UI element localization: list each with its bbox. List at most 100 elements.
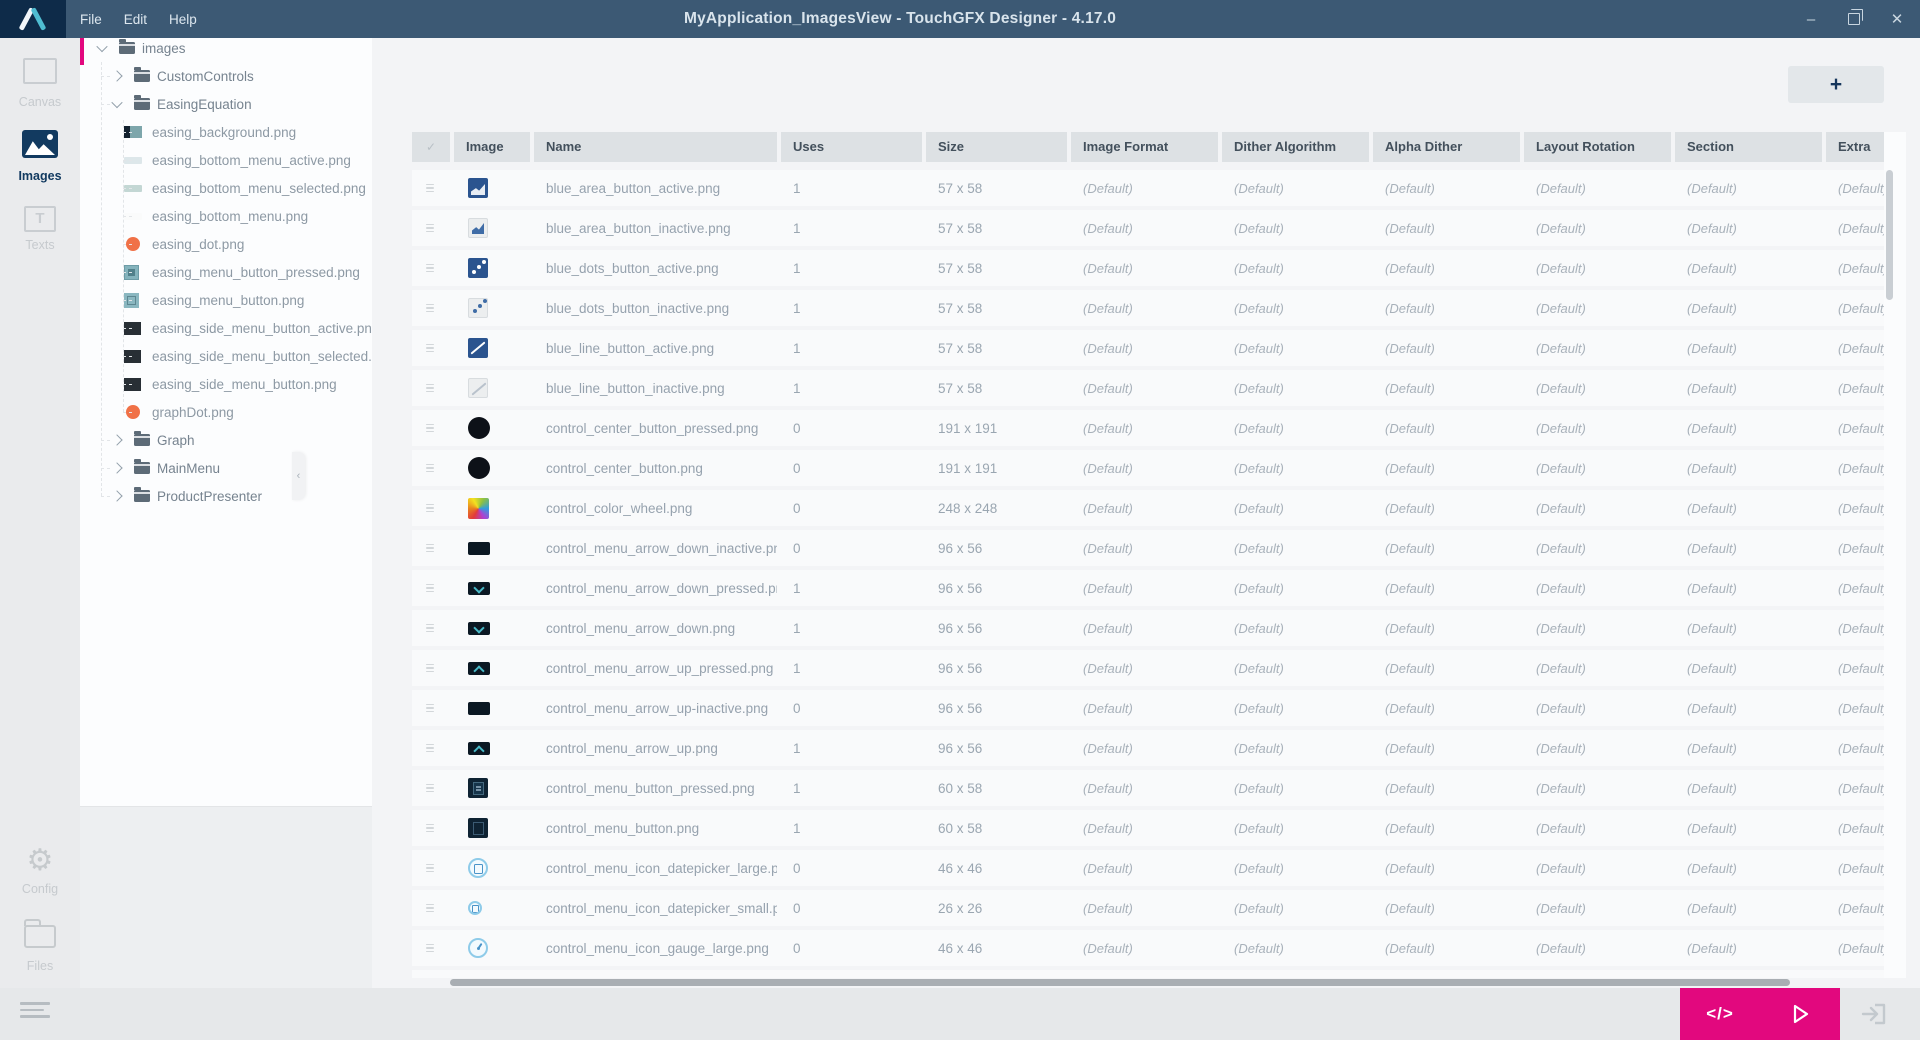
image-format-value[interactable]: (Default) <box>1071 610 1218 646</box>
image-format-value[interactable]: (Default) <box>1071 530 1218 566</box>
section-value[interactable]: (Default) <box>1675 450 1822 486</box>
dither-algorithm-value[interactable]: (Default) <box>1222 370 1369 406</box>
table-row[interactable]: control_menu_arrow_down_pressed.png 1 96… <box>412 570 1884 606</box>
extra-value[interactable]: (Default) <box>1826 730 1884 766</box>
tree-item-easing-menu-button-pressed-png[interactable]: easing_menu_button_pressed.png <box>80 258 372 286</box>
alpha-dither-value[interactable]: (Default) <box>1373 570 1520 606</box>
tree-item-easing-bottom-menu-active-png[interactable]: easing_bottom_menu_active.png <box>80 146 372 174</box>
table-row[interactable]: blue_line_button_active.png 1 57 x 58 (D… <box>412 330 1884 366</box>
drag-handle-icon[interactable] <box>426 664 434 673</box>
alpha-dither-value[interactable]: (Default) <box>1373 410 1520 446</box>
alpha-dither-value[interactable]: (Default) <box>1373 930 1520 966</box>
drag-handle-icon[interactable] <box>426 264 434 273</box>
layout-rotation-value[interactable]: (Default) <box>1524 170 1671 206</box>
section-value[interactable]: (Default) <box>1675 410 1822 446</box>
tree-collapse-handle[interactable]: ‹ <box>292 452 305 500</box>
section-value[interactable]: (Default) <box>1675 170 1822 206</box>
layout-rotation-value[interactable]: (Default) <box>1524 450 1671 486</box>
alpha-dither-value[interactable]: (Default) <box>1373 450 1520 486</box>
table-row[interactable]: control_menu_icon_datepicker_small.png 0… <box>412 890 1884 926</box>
image-format-value[interactable]: (Default) <box>1071 970 1218 978</box>
chevron-icon[interactable] <box>96 41 107 52</box>
dither-algorithm-value[interactable]: (Default) <box>1222 290 1369 326</box>
dither-algorithm-value[interactable]: (Default) <box>1222 970 1369 978</box>
drag-handle-icon[interactable] <box>426 784 434 793</box>
drag-handle-icon[interactable] <box>426 344 434 353</box>
rail-item-images[interactable]: Images <box>0 130 80 183</box>
layout-rotation-value[interactable]: (Default) <box>1524 650 1671 686</box>
alpha-dither-value[interactable]: (Default) <box>1373 370 1520 406</box>
tree-item-productpresenter[interactable]: ProductPresenter <box>80 482 372 510</box>
tree-item-easing-menu-button-png[interactable]: easing_menu_button.png <box>80 286 372 314</box>
extra-value[interactable]: (Default) <box>1826 250 1884 286</box>
drag-handle-icon[interactable] <box>426 384 434 393</box>
tree-item-easing-side-menu-button-png[interactable]: easing_side_menu_button.png <box>80 370 372 398</box>
image-format-value[interactable]: (Default) <box>1071 490 1218 526</box>
table-row[interactable]: control_color_wheel.png 0 248 x 248 (Def… <box>412 490 1884 526</box>
table-row[interactable]: blue_line_button_inactive.png 1 57 x 58 … <box>412 370 1884 406</box>
section-value[interactable]: (Default) <box>1675 530 1822 566</box>
tree-item-easing-bottom-menu-selected-png[interactable]: easing_bottom_menu_selected.png <box>80 174 372 202</box>
alpha-dither-value[interactable]: (Default) <box>1373 170 1520 206</box>
image-format-value[interactable]: (Default) <box>1071 890 1218 926</box>
extra-value[interactable]: (Default) <box>1826 290 1884 326</box>
drag-handle-icon[interactable] <box>426 504 434 513</box>
alpha-dither-value[interactable]: (Default) <box>1373 530 1520 566</box>
drag-handle-icon[interactable] <box>426 424 434 433</box>
alpha-dither-value[interactable]: (Default) <box>1373 970 1520 978</box>
rail-item-canvas[interactable]: Canvas <box>0 58 80 109</box>
tree-item-graph[interactable]: Graph <box>80 426 372 454</box>
table-row[interactable]: control_menu_icon_datepicker_large.png 0… <box>412 850 1884 886</box>
table-row[interactable]: blue_area_button_active.png 1 57 x 58 (D… <box>412 170 1884 206</box>
image-format-value[interactable]: (Default) <box>1071 850 1218 886</box>
dither-algorithm-value[interactable]: (Default) <box>1222 730 1369 766</box>
layout-rotation-value[interactable]: (Default) <box>1524 850 1671 886</box>
section-value[interactable]: (Default) <box>1675 970 1822 978</box>
drag-handle-icon[interactable] <box>426 904 434 913</box>
section-value[interactable]: (Default) <box>1675 610 1822 646</box>
table-row[interactable]: blue_area_button_inactive.png 1 57 x 58 … <box>412 210 1884 246</box>
table-row[interactable]: control_menu_button_pressed.png 1 60 x 5… <box>412 770 1884 806</box>
tree-item-graphdot-png[interactable]: graphDot.png <box>80 398 372 426</box>
image-format-value[interactable]: (Default) <box>1071 210 1218 246</box>
drag-handle-icon[interactable] <box>426 184 434 193</box>
restore-icon[interactable] <box>1848 13 1860 25</box>
drag-handle-icon[interactable] <box>426 224 434 233</box>
tree-item-easingequation[interactable]: EasingEquation <box>80 90 372 118</box>
section-value[interactable]: (Default) <box>1675 650 1822 686</box>
layout-rotation-value[interactable]: (Default) <box>1524 370 1671 406</box>
layout-rotation-value[interactable]: (Default) <box>1524 410 1671 446</box>
chevron-icon[interactable] <box>111 434 122 445</box>
layout-rotation-value[interactable]: (Default) <box>1524 730 1671 766</box>
alpha-dither-value[interactable]: (Default) <box>1373 690 1520 726</box>
drag-handle-icon[interactable] <box>426 704 434 713</box>
image-format-value[interactable]: (Default) <box>1071 450 1218 486</box>
table-row[interactable]: control_menu_arrow_up_pressed.png 1 96 x… <box>412 650 1884 686</box>
section-value[interactable]: (Default) <box>1675 570 1822 606</box>
layout-rotation-value[interactable]: (Default) <box>1524 970 1671 978</box>
dither-algorithm-value[interactable]: (Default) <box>1222 170 1369 206</box>
table-row[interactable]: blue_dots_button_inactive.png 1 57 x 58 … <box>412 290 1884 326</box>
drag-handle-icon[interactable] <box>426 624 434 633</box>
rail-item-texts[interactable]: T Texts <box>0 206 80 252</box>
section-value[interactable]: (Default) <box>1675 330 1822 366</box>
drag-handle-icon[interactable] <box>426 544 434 553</box>
generate-code-button[interactable]: </> <box>1680 988 1760 1040</box>
extra-value[interactable]: (Default) <box>1826 490 1884 526</box>
dither-algorithm-value[interactable]: (Default) <box>1222 330 1369 366</box>
tree-item-easing-dot-png[interactable]: easing_dot.png <box>80 230 372 258</box>
table-row[interactable]: control_center_button.png 0 191 x 191 (D… <box>412 450 1884 486</box>
layout-rotation-value[interactable]: (Default) <box>1524 890 1671 926</box>
dither-algorithm-value[interactable]: (Default) <box>1222 850 1369 886</box>
table-row[interactable]: blue_dots_button_active.png 1 57 x 58 (D… <box>412 250 1884 286</box>
table-row[interactable]: control_menu_arrow_down_inactive.png 0 9… <box>412 530 1884 566</box>
drag-handle-icon[interactable] <box>426 304 434 313</box>
alpha-dither-value[interactable]: (Default) <box>1373 290 1520 326</box>
close-icon[interactable]: ✕ <box>1888 10 1906 28</box>
alpha-dither-value[interactable]: (Default) <box>1373 610 1520 646</box>
tree-item-easing-side-menu-button-selected-png[interactable]: easing_side_menu_button_selected.png <box>80 342 372 370</box>
chevron-icon[interactable] <box>111 490 122 501</box>
tree-item-easing-bottom-menu-png[interactable]: easing_bottom_menu.png <box>80 202 372 230</box>
layout-rotation-value[interactable]: (Default) <box>1524 530 1671 566</box>
extra-value[interactable]: (Default) <box>1826 330 1884 366</box>
